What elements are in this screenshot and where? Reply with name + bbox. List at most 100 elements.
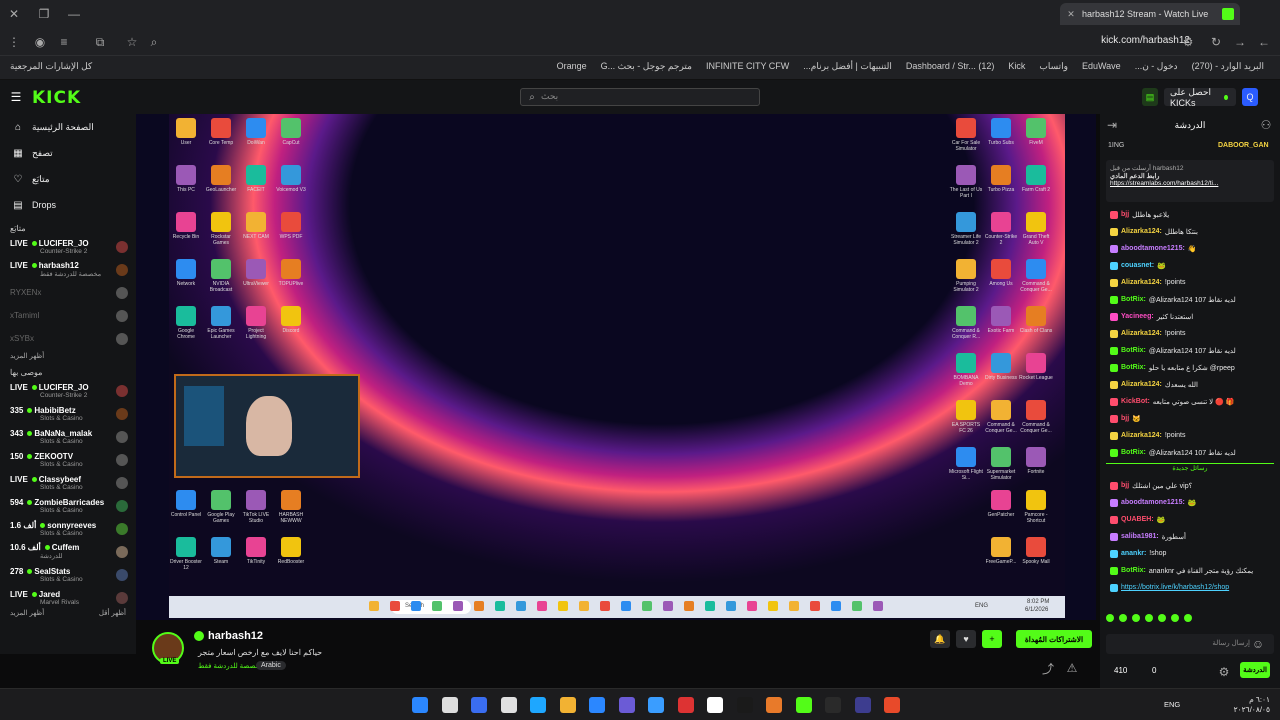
- chat-username[interactable]: Alizarka124:: [1121, 381, 1162, 388]
- star-icon[interactable]: ☆: [124, 34, 140, 50]
- desktop-icon[interactable]: TikTinity: [239, 537, 273, 565]
- chat-username[interactable]: Alizarka124:: [1121, 279, 1162, 286]
- site-settings-icon[interactable]: ⚙: [1180, 34, 1196, 50]
- chat-input[interactable]: إرسال رسالة: [1106, 634, 1274, 654]
- desktop-icon[interactable]: Microsoft Flight Si...: [949, 447, 983, 481]
- desktop-icon[interactable]: FreeGameP...: [984, 537, 1018, 565]
- kick-logo[interactable]: KICK: [32, 88, 81, 108]
- system-clock[interactable]: ٦:٠١ م ٢٠٢٦/٠٨/٠٥: [1234, 695, 1270, 715]
- chat-username[interactable]: saliba1981:: [1121, 533, 1159, 540]
- chat-send-button[interactable]: الدردشة: [1240, 662, 1270, 678]
- desktop-icon[interactable]: FiveM: [1019, 118, 1053, 146]
- sidebar-channel[interactable]: LIVE Classybeef Slots & Casino: [0, 471, 136, 494]
- notification-bell-icon[interactable]: 🔔: [930, 630, 950, 648]
- desktop-icon[interactable]: NEXT CAM: [239, 212, 273, 240]
- chat-username[interactable]: aboodtamone1215:: [1121, 245, 1185, 252]
- desktop-icon[interactable]: Command & Conquer Ge...: [1019, 259, 1053, 293]
- explorer-icon[interactable]: [559, 697, 576, 713]
- bookmark-item[interactable]: Dashboard / Str... (12): [906, 61, 995, 72]
- reload-icon[interactable]: ↻: [1208, 34, 1224, 50]
- desktop-icon[interactable]: Google Chrome: [169, 306, 203, 340]
- desktop-icon[interactable]: Project Lightning: [239, 306, 273, 340]
- language-tag[interactable]: Arabic: [256, 661, 286, 670]
- emote-icon[interactable]: [1132, 614, 1140, 622]
- desktop-icon[interactable]: Pamcore - Shortcut: [1019, 490, 1053, 524]
- extensions-icon[interactable]: ⧉: [92, 34, 108, 50]
- desktop-icon[interactable]: TikTok LIVE Studio: [239, 490, 273, 524]
- desktop-icon[interactable]: Streamer Life Simulator 2: [949, 212, 983, 246]
- taskbar-search-icon[interactable]: [441, 697, 458, 713]
- recorder-icon[interactable]: [677, 697, 694, 713]
- emote-icon[interactable]: [1119, 614, 1127, 622]
- desktop-icon[interactable]: Command & Conquer Ge...: [984, 400, 1018, 434]
- vs-icon[interactable]: [854, 697, 871, 713]
- bookmark-item[interactable]: مترجم جوجل - بحث ...G: [601, 61, 692, 72]
- nav-item[interactable]: ▤ Drops: [0, 192, 136, 218]
- close-window-icon[interactable]: ✕: [6, 6, 22, 22]
- pinned-link[interactable]: https://streamlabs.com/harbash12/ti...: [1110, 180, 1270, 187]
- desktop-icon[interactable]: Rocket League: [1019, 353, 1053, 381]
- terminal-icon[interactable]: [736, 697, 753, 713]
- brave-icon[interactable]: [884, 697, 900, 713]
- emote-icon[interactable]: [1184, 614, 1192, 622]
- desktop-icon[interactable]: Grand Theft Auto V: [1019, 212, 1053, 246]
- show-more-following[interactable]: أظهر المزيد: [0, 350, 136, 362]
- desktop-icon[interactable]: HARBASH NEWWW: [274, 490, 308, 524]
- media-icon[interactable]: ≡: [56, 34, 72, 50]
- minimize-icon[interactable]: —: [66, 6, 82, 22]
- desktop-icon[interactable]: UltraViewer: [239, 259, 273, 287]
- desktop-icon[interactable]: Discord: [274, 306, 308, 334]
- desktop-icon[interactable]: Driver Booster 12: [169, 537, 203, 571]
- chat-username[interactable]: BotRix:: [1121, 449, 1146, 456]
- bookmark-item[interactable]: Kick: [1008, 61, 1025, 72]
- get-kicks-button[interactable]: احصل على KICKs: [1164, 87, 1236, 108]
- desktop-icon[interactable]: RedBooster: [274, 537, 308, 565]
- outlook-icon[interactable]: [589, 697, 605, 713]
- bookmark-item[interactable]: INFINITE CITY CFW: [706, 61, 789, 72]
- emoji-icon[interactable]: ☺: [1250, 636, 1266, 652]
- share-icon[interactable]: ⤴: [1040, 660, 1056, 676]
- desktop-icon[interactable]: Counter-Strike 2: [984, 212, 1018, 246]
- chat-username[interactable]: Alizarka124:: [1121, 228, 1162, 235]
- hamburger-icon[interactable]: ☰: [8, 89, 24, 105]
- stream-category[interactable]: مخصصة للدردشة فقط: [198, 662, 264, 670]
- follow-heart-icon[interactable]: ♥: [956, 630, 976, 648]
- desktop-icon[interactable]: Command & Conquer Ge...: [1019, 400, 1053, 434]
- desktop-icon[interactable]: Control Panel: [169, 490, 203, 518]
- github-icon[interactable]: [825, 697, 841, 713]
- desktop-icon[interactable]: TOPUPlive: [274, 259, 308, 287]
- channel-name[interactable]: harbash12: [208, 630, 263, 642]
- sidebar-channel[interactable]: 335 HabibiBetz Slots & Casino: [0, 402, 136, 425]
- profile-icon[interactable]: ◉: [32, 34, 48, 50]
- chat-username[interactable]: bjj: [1121, 211, 1129, 218]
- sidebar-channel[interactable]: 10.6 ألف Cuffem للدردشة: [0, 540, 136, 563]
- bookmark-item[interactable]: التنبيهات | أفضل برنام...: [803, 61, 892, 72]
- bookmark-item[interactable]: Orange: [557, 61, 587, 72]
- sidebar-channel[interactable]: LIVE LUCIFER_JO Counter-Strike 2: [0, 235, 136, 258]
- chat-username[interactable]: BotRix:: [1121, 347, 1146, 354]
- desktop-icon[interactable]: Supermarket Simulator: [984, 447, 1018, 481]
- sidebar-channel[interactable]: xTamimI: [0, 304, 136, 327]
- desktop-icon[interactable]: Spooky Mall: [1019, 537, 1053, 565]
- desktop-icon[interactable]: Fortnite: [1019, 447, 1053, 475]
- chat-username[interactable]: Yacineeg:: [1121, 313, 1154, 320]
- desktop-icon[interactable]: DoiWan: [239, 118, 273, 146]
- sidebar-channel[interactable]: 594 ZombieBarricades Slots & Casino: [0, 494, 136, 517]
- sidebar-channel[interactable]: LIVE LUCIFER_JO Counter-Strike 2: [0, 379, 136, 402]
- desktop-icon[interactable]: GeoLauncher: [204, 165, 238, 193]
- desktop-icon[interactable]: Rockstar Games: [204, 212, 238, 246]
- desktop-icon[interactable]: Among Us: [984, 259, 1018, 287]
- report-icon[interactable]: ⚠: [1064, 660, 1080, 676]
- chat-username[interactable]: aboodtamone1215:: [1121, 499, 1185, 506]
- url-field[interactable]: kick.com/harbash12: [1101, 35, 1190, 46]
- emote-icon[interactable]: [1158, 614, 1166, 622]
- kick-app-icon[interactable]: [707, 697, 723, 713]
- sidebar-channel[interactable]: 343 BaNaNa_malak Slots & Casino: [0, 425, 136, 448]
- desktop-icon[interactable]: Turbo Pizza: [984, 165, 1018, 193]
- gift-icon[interactable]: +: [982, 630, 1002, 648]
- store-icon[interactable]: [500, 697, 517, 713]
- desktop-icon[interactable]: GenPatcher: [984, 490, 1018, 518]
- gift-subs-button[interactable]: الاشتراكات المُهداة: [1016, 630, 1092, 648]
- chat-username[interactable]: BotRix:: [1121, 364, 1146, 371]
- zoom-icon[interactable]: ⌕: [146, 34, 162, 50]
